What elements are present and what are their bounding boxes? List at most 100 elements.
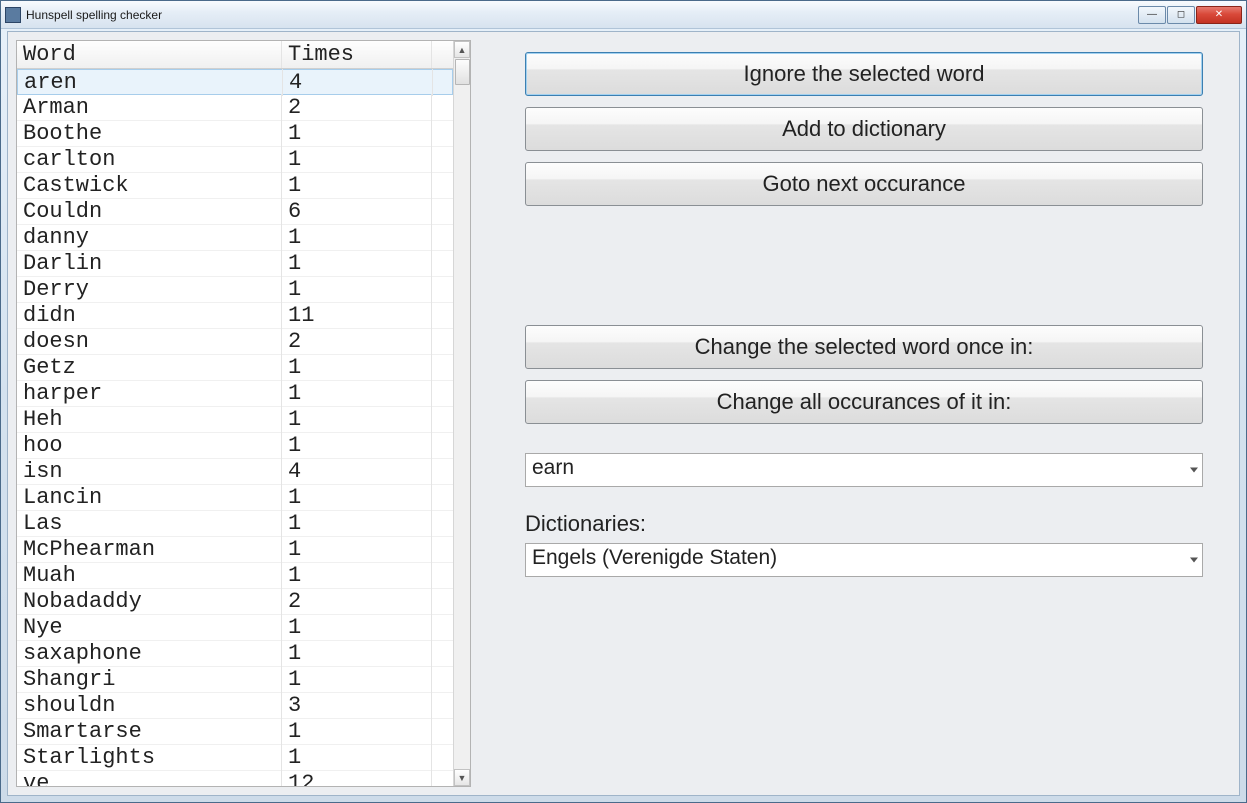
cell-word: isn xyxy=(17,458,282,485)
button-label: Change all occurances of it in: xyxy=(717,389,1012,415)
cell-times: 11 xyxy=(282,302,432,329)
scroll-thumb[interactable] xyxy=(455,59,470,85)
table-row[interactable]: McPhearman1 xyxy=(17,537,453,563)
dictionaries-label: Dictionaries: xyxy=(525,511,1203,537)
cell-times: 1 xyxy=(282,484,432,511)
table-row[interactable]: ve12 xyxy=(17,771,453,786)
window-title: Hunspell spelling checker xyxy=(26,8,1137,22)
table-row[interactable]: Heh1 xyxy=(17,407,453,433)
close-icon: ✕ xyxy=(1215,9,1223,20)
button-label: Ignore the selected word xyxy=(744,61,985,87)
table-row[interactable]: Boothe1 xyxy=(17,121,453,147)
table-row[interactable]: didn11 xyxy=(17,303,453,329)
table-row[interactable]: aren4 xyxy=(17,69,453,95)
table-row[interactable]: harper1 xyxy=(17,381,453,407)
cell-word: McPhearman xyxy=(17,536,282,563)
scroll-up-button[interactable]: ▲ xyxy=(454,41,470,58)
close-button[interactable]: ✕ xyxy=(1196,6,1242,24)
table-row[interactable]: Darlin1 xyxy=(17,251,453,277)
table-row[interactable]: Couldn6 xyxy=(17,199,453,225)
table-row[interactable]: doesn2 xyxy=(17,329,453,355)
cell-times: 1 xyxy=(282,354,432,381)
table-row[interactable]: carlton1 xyxy=(17,147,453,173)
content: Word Times aren4Arman2Boothe1carlton1Cas… xyxy=(16,40,1231,787)
ignore-button[interactable]: Ignore the selected word xyxy=(525,52,1203,96)
table-row[interactable]: Starlights1 xyxy=(17,745,453,771)
maximize-icon: ◻ xyxy=(1177,9,1185,20)
cell-word: Nobadaddy xyxy=(17,588,282,615)
word-list-panel: Word Times aren4Arman2Boothe1carlton1Cas… xyxy=(16,40,471,787)
cell-word: hoo xyxy=(17,432,282,459)
column-header-word[interactable]: Word xyxy=(17,41,282,68)
table-row[interactable]: Lancin1 xyxy=(17,485,453,511)
cell-word: didn xyxy=(17,302,282,329)
button-label: Goto next occurance xyxy=(762,171,965,197)
table-row[interactable]: shouldn3 xyxy=(17,693,453,719)
cell-times: 1 xyxy=(282,536,432,563)
cell-times: 1 xyxy=(282,614,432,641)
cell-word: Shangri xyxy=(17,666,282,693)
cell-word: danny xyxy=(17,224,282,251)
table-row[interactable]: Nye1 xyxy=(17,615,453,641)
cell-times: 1 xyxy=(282,744,432,771)
table-row[interactable]: Smartarse1 xyxy=(17,719,453,745)
table-row[interactable]: danny1 xyxy=(17,225,453,251)
table-row[interactable]: Castwick1 xyxy=(17,173,453,199)
table-row[interactable]: saxaphone1 xyxy=(17,641,453,667)
table-row[interactable]: Muah1 xyxy=(17,563,453,589)
cell-word: Lancin xyxy=(17,484,282,511)
cell-times: 1 xyxy=(282,406,432,433)
cell-word: shouldn xyxy=(17,692,282,719)
minimize-button[interactable]: — xyxy=(1138,6,1166,24)
table-row[interactable]: Getz1 xyxy=(17,355,453,381)
replacement-combo[interactable]: earn xyxy=(525,453,1203,487)
cell-word: Couldn xyxy=(17,198,282,225)
app-window: Hunspell spelling checker — ◻ ✕ Word Tim… xyxy=(0,0,1247,803)
cell-times: 1 xyxy=(282,224,432,251)
titlebar[interactable]: Hunspell spelling checker — ◻ ✕ xyxy=(1,1,1246,29)
dictionaries-combo[interactable]: Engels (Verenigde Staten) xyxy=(525,543,1203,577)
dropdown-arrow-icon xyxy=(1190,558,1198,563)
word-table[interactable]: Word Times aren4Arman2Boothe1carlton1Cas… xyxy=(17,41,453,786)
column-header-times[interactable]: Times xyxy=(282,41,432,68)
cell-times: 1 xyxy=(282,432,432,459)
table-row[interactable]: Shangri1 xyxy=(17,667,453,693)
change-once-button[interactable]: Change the selected word once in: xyxy=(525,325,1203,369)
gap xyxy=(525,435,1203,453)
cell-word: harper xyxy=(17,380,282,407)
cell-word: aren xyxy=(18,69,283,96)
vertical-scrollbar[interactable]: ▲ ▼ xyxy=(453,41,470,786)
cell-word: Nye xyxy=(17,614,282,641)
cell-word: Derry xyxy=(17,276,282,303)
table-row[interactable]: Derry1 xyxy=(17,277,453,303)
add-to-dictionary-button[interactable]: Add to dictionary xyxy=(525,107,1203,151)
cell-word: Boothe xyxy=(17,120,282,147)
app-icon xyxy=(5,7,21,23)
cell-word: doesn xyxy=(17,328,282,355)
table-row[interactable]: Las1 xyxy=(17,511,453,537)
cell-word: ve xyxy=(17,770,282,786)
cell-times: 1 xyxy=(282,640,432,667)
goto-next-button[interactable]: Goto next occurance xyxy=(525,162,1203,206)
cell-times: 1 xyxy=(282,666,432,693)
cell-times: 4 xyxy=(282,458,432,485)
table-row[interactable]: hoo1 xyxy=(17,433,453,459)
table-row[interactable]: isn4 xyxy=(17,459,453,485)
cell-word: Heh xyxy=(17,406,282,433)
cell-times: 1 xyxy=(282,380,432,407)
scroll-down-button[interactable]: ▼ xyxy=(454,769,470,786)
cell-times: 2 xyxy=(282,328,432,355)
maximize-button[interactable]: ◻ xyxy=(1167,6,1195,24)
table-row[interactable]: Arman2 xyxy=(17,95,453,121)
table-row[interactable]: Nobadaddy2 xyxy=(17,589,453,615)
change-all-button[interactable]: Change all occurances of it in: xyxy=(525,380,1203,424)
cell-word: Starlights xyxy=(17,744,282,771)
replacement-value: earn xyxy=(532,456,574,479)
cell-times: 1 xyxy=(282,510,432,537)
cell-word: Muah xyxy=(17,562,282,589)
client-area: Word Times aren4Arman2Boothe1carlton1Cas… xyxy=(7,31,1240,796)
cell-word: saxaphone xyxy=(17,640,282,667)
cell-word: Arman xyxy=(17,94,282,121)
cell-times: 2 xyxy=(282,588,432,615)
table-header[interactable]: Word Times xyxy=(17,41,453,69)
